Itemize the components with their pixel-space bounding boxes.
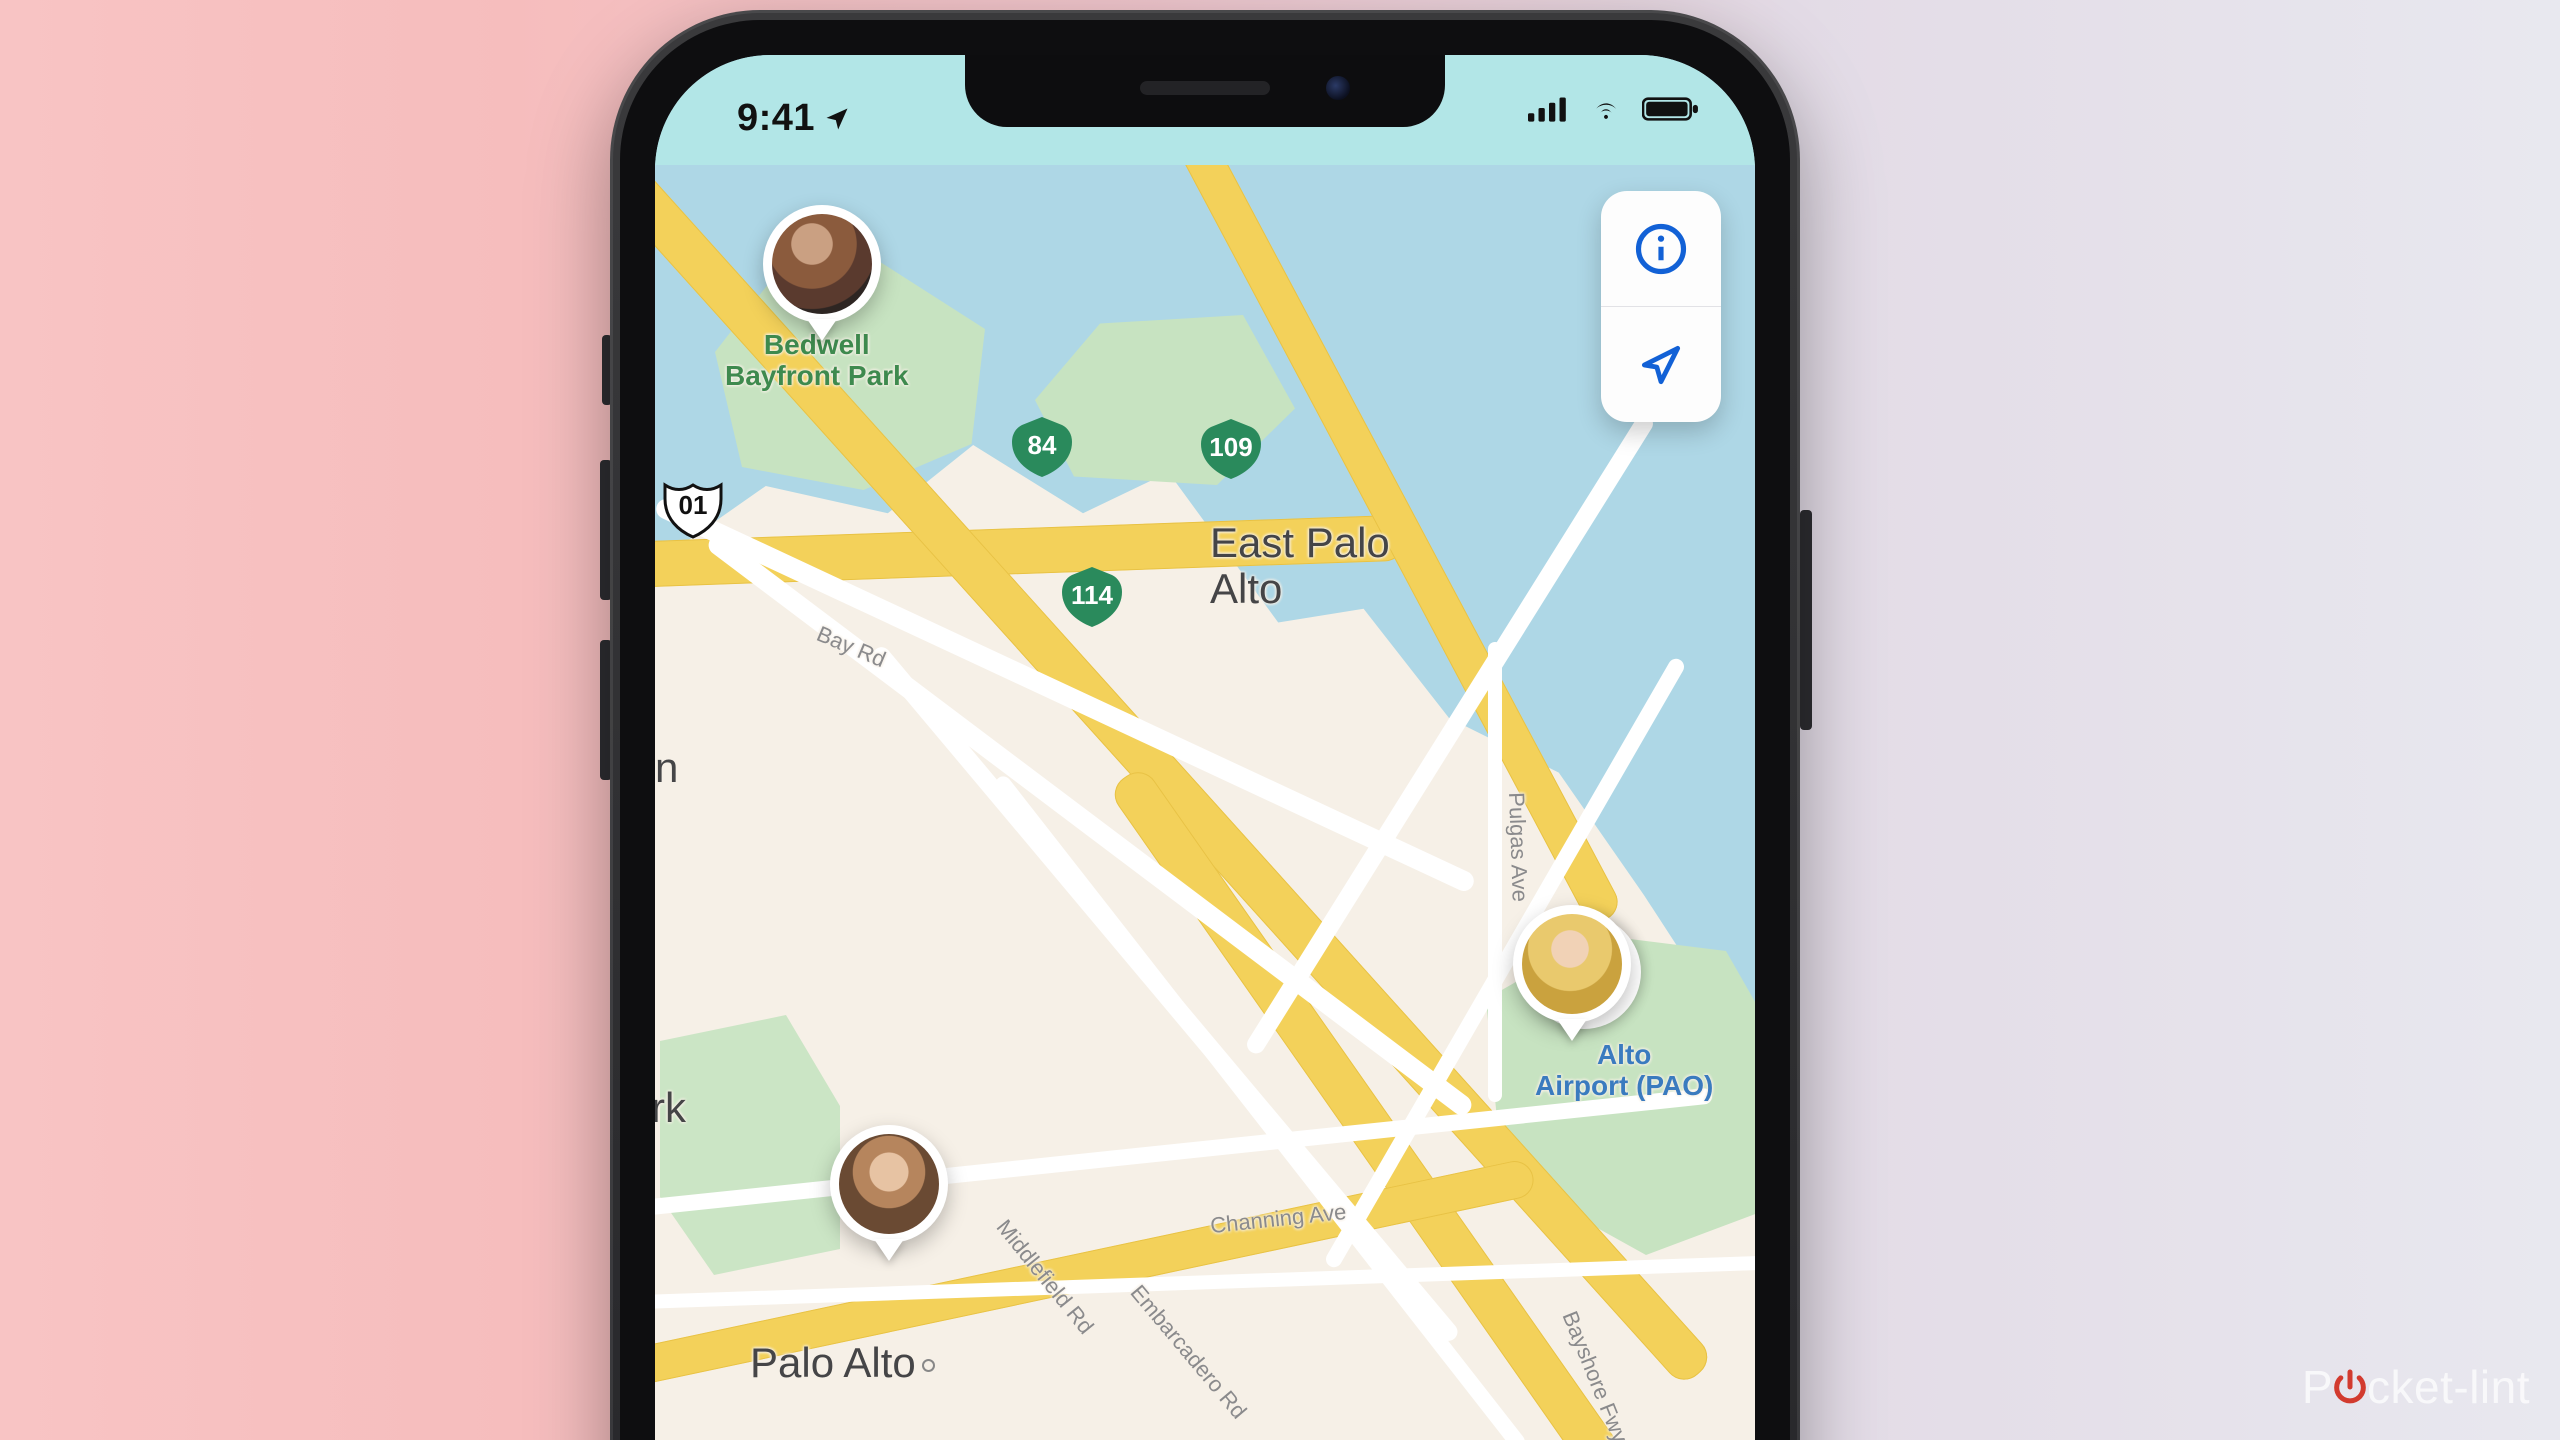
map-label-street-pulgas-ave: Pulgas Ave — [1504, 792, 1532, 902]
info-icon — [1634, 222, 1688, 276]
status-time: 9:41 — [737, 97, 815, 140]
person-pin[interactable] — [1513, 905, 1631, 1023]
highway-shield-ca84: 84 — [1010, 415, 1074, 479]
poi-dot-icon — [922, 1359, 935, 1372]
map-view[interactable]: 01 84 109 114 Bedwell Bayfront Park East… — [655, 165, 1755, 1440]
highway-shield-ca109: 109 — [1199, 417, 1263, 481]
watermark-text: cket-lint — [2367, 1360, 2530, 1414]
status-right-group — [1528, 95, 1700, 123]
power-icon — [2330, 1367, 2370, 1407]
map-label-city-palo-alto: Palo Alto — [750, 1340, 941, 1386]
iphone-notch — [965, 55, 1445, 127]
person-pin[interactable] — [830, 1125, 948, 1243]
iphone-screen: 9:41 — [655, 55, 1755, 1440]
avatar-icon — [772, 214, 872, 314]
battery-icon — [1642, 95, 1700, 123]
highway-shield-label: 01 — [679, 490, 708, 521]
highway-shield-label: 114 — [1071, 580, 1113, 611]
cellular-signal-icon — [1528, 95, 1570, 123]
highway-shield-ca114: 114 — [1060, 565, 1124, 629]
watermark-text: P — [2302, 1360, 2333, 1414]
highway-shield-label: 109 — [1209, 432, 1252, 463]
iphone-side-button — [1800, 510, 1812, 730]
map-controls — [1601, 191, 1721, 422]
iphone-speaker — [1140, 81, 1270, 95]
iphone-frame: 9:41 — [610, 10, 1800, 1440]
highway-shield-label: 84 — [1028, 430, 1057, 461]
map-info-button[interactable] — [1601, 191, 1721, 306]
location-arrow-icon — [1636, 340, 1686, 390]
status-time-group: 9:41 — [737, 97, 851, 140]
map-label-city-east-palo-alto: East Palo Alto — [1210, 520, 1390, 612]
watermark-pocket-lint: P cket-lint — [2302, 1360, 2530, 1414]
map-road — [1488, 642, 1502, 1102]
wifi-icon — [1586, 95, 1626, 123]
map-label-fragment-rk: rk — [655, 1085, 686, 1131]
location-services-icon — [823, 105, 851, 133]
map-locate-button[interactable] — [1601, 307, 1721, 422]
avatar-icon — [1522, 914, 1622, 1014]
avatar-icon — [839, 1134, 939, 1234]
person-pin[interactable] — [763, 205, 881, 323]
map-label-fragment-n: n — [655, 745, 678, 791]
highway-shield-us101: 01 — [661, 475, 725, 539]
iphone-front-camera — [1326, 76, 1350, 100]
map-label-airport-pao: Alto Airport (PAO) — [1535, 1040, 1713, 1102]
page-root: 9:41 — [0, 0, 2560, 1440]
